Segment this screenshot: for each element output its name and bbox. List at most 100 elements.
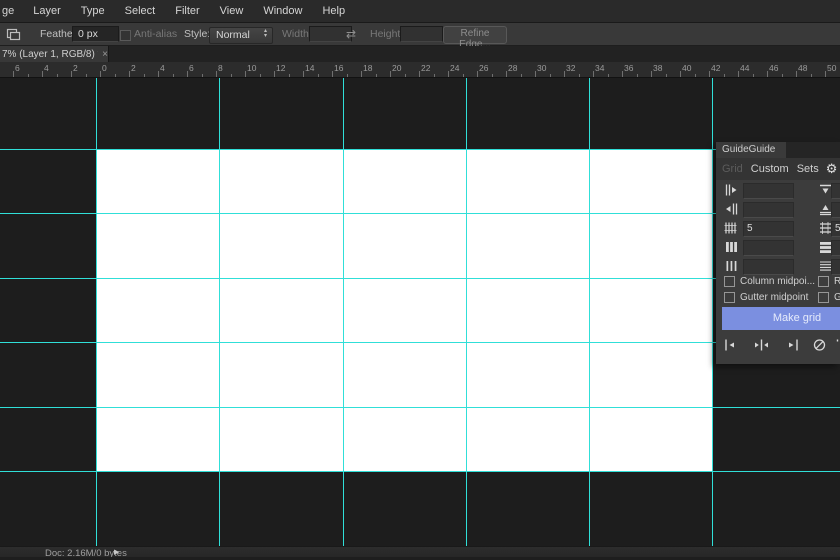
ruler-tick: [811, 74, 812, 77]
feather-input[interactable]: 0 px: [72, 26, 119, 42]
horizontal-guide[interactable]: [0, 213, 840, 214]
ruler-tick: [521, 74, 522, 77]
gear-icon[interactable]: ⚙: [826, 162, 838, 177]
checkbox-g[interactable]: [818, 292, 829, 303]
make-grid-button[interactable]: Make grid: [722, 307, 840, 330]
ruler-tick: [274, 71, 275, 77]
panel-tab-custom[interactable]: Custom: [751, 163, 789, 175]
ruler-tick: [318, 74, 319, 77]
panel-tab-grid[interactable]: Grid: [722, 163, 743, 175]
tool-preset-icon[interactable]: [6, 27, 21, 41]
height-input[interactable]: [400, 26, 443, 42]
row-height-input[interactable]: [831, 240, 840, 256]
anti-alias-label: Anti-alias: [134, 28, 177, 40]
ruler-tick: [144, 74, 145, 77]
menu-item-filter[interactable]: Filter: [165, 5, 209, 17]
ruler-number: 2: [73, 63, 78, 73]
ruler-tick: [115, 74, 116, 77]
menu-bar: geLayerTypeSelectFilterViewWindowHelp: [0, 0, 840, 23]
ruler-tick: [724, 74, 725, 77]
bottom-margin-input[interactable]: [831, 202, 840, 218]
menu-item-type[interactable]: Type: [71, 5, 115, 17]
ruler-tick: [71, 71, 72, 77]
ruler-tick: [202, 74, 203, 77]
horizontal-guide[interactable]: [0, 342, 840, 343]
ruler-tick: [57, 74, 58, 77]
ruler-number: 12: [276, 63, 285, 73]
row-gutter-input[interactable]: [831, 259, 840, 275]
horizontal-guide[interactable]: [0, 149, 840, 150]
ruler-tick: [405, 74, 406, 77]
grid-field-row: 55: [716, 220, 840, 238]
document-canvas[interactable]: [96, 149, 713, 471]
refine-edge-button[interactable]: Refine Edge...: [443, 26, 507, 44]
anti-alias-checkbox[interactable]: [120, 30, 131, 41]
horizontal-guide[interactable]: [0, 278, 840, 279]
ruler-tick: [709, 71, 710, 77]
panel-tab-sets[interactable]: Sets: [797, 163, 819, 175]
ruler-number: 6: [189, 63, 194, 73]
ruler-tick: [593, 71, 594, 77]
document-tab-bar: 7% (Layer 1, RGB/8) * ×: [0, 46, 840, 62]
left-margin-input[interactable]: [743, 183, 794, 199]
menu-item-view[interactable]: View: [210, 5, 254, 17]
guideguide-panel-tab[interactable]: GuideGuide: [716, 142, 786, 158]
ruler-number: 16: [334, 63, 343, 73]
document-tab[interactable]: 7% (Layer 1, RGB/8) * ×: [0, 46, 109, 62]
ruler-tick: [289, 74, 290, 77]
ruler-tick: [477, 71, 478, 77]
column-width-icon: [724, 240, 739, 254]
checkbox-r[interactable]: [818, 276, 829, 287]
canvas-area: [0, 78, 840, 546]
row-count-input[interactable]: 5: [831, 221, 840, 237]
right-margin-input[interactable]: [743, 202, 794, 218]
column-count-icon: [724, 221, 739, 235]
horizontal-guide[interactable]: [0, 471, 840, 472]
ruler-tick: [332, 71, 333, 77]
menu-item-select[interactable]: Select: [115, 5, 166, 17]
ruler-tick: [260, 74, 261, 77]
ruler-tick: [695, 74, 696, 77]
column-count-input[interactable]: 5: [743, 221, 794, 237]
menu-item-help[interactable]: Help: [312, 5, 355, 17]
partial-footer-icon[interactable]: [836, 338, 840, 352]
ruler-tick: [492, 74, 493, 77]
add-center-guide-icon[interactable]: [754, 338, 769, 352]
ruler-number: 2: [131, 63, 136, 73]
ruler-number: 48: [798, 63, 807, 73]
ruler-tick: [767, 71, 768, 77]
ruler-number: 24: [450, 63, 459, 73]
gutter-width-input[interactable]: [743, 259, 794, 275]
add-right-guide-icon[interactable]: [785, 338, 800, 352]
ruler-tick: [535, 71, 536, 77]
status-menu-arrow-icon[interactable]: ▶: [114, 548, 119, 556]
menu-item-window[interactable]: Window: [253, 5, 312, 17]
ruler-number: 6: [15, 63, 20, 73]
style-dropdown[interactable]: Normal ▴▾: [209, 27, 273, 44]
clear-guides-icon[interactable]: [812, 338, 827, 352]
ruler-tick: [361, 71, 362, 77]
column-width-input[interactable]: [743, 240, 794, 256]
close-tab-icon[interactable]: ×: [102, 49, 108, 60]
ruler-number: 18: [363, 63, 372, 73]
checkbox-row: G: [716, 291, 840, 306]
add-left-guide-icon[interactable]: [723, 338, 738, 352]
horizontal-ruler[interactable]: 6420246810121416182022242628303234363840…: [0, 62, 840, 78]
ruler-tick: [782, 74, 783, 77]
left-margin-icon: [724, 183, 739, 197]
ruler-number: 32: [566, 63, 575, 73]
menu-item-layer[interactable]: Layer: [23, 5, 71, 17]
top-margin-input[interactable]: [831, 183, 840, 199]
menu-item-ge[interactable]: ge: [0, 5, 23, 17]
ruler-number: 20: [392, 63, 401, 73]
ruler-tick: [550, 74, 551, 77]
checkbox-label: R: [834, 276, 840, 287]
swap-dimensions-icon[interactable]: ⇄: [346, 27, 356, 41]
ruler-tick: [637, 74, 638, 77]
ruler-number: 8: [218, 63, 223, 73]
horizontal-guide[interactable]: [0, 407, 840, 408]
ruler-tick: [506, 71, 507, 77]
checkbox-row: R: [716, 275, 840, 290]
ruler-tick: [651, 71, 652, 77]
ruler-tick: [738, 71, 739, 77]
